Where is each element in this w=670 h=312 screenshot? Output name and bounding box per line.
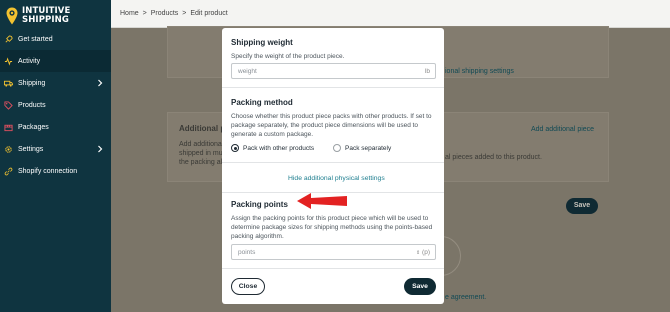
hide-additional-settings-link[interactable]: Hide additional physical settings [288,175,385,182]
shipping-settings-link[interactable]: ional shipping settings [445,68,514,75]
edit-physical-settings-modal: Shipping weight Specify the weight of th… [222,28,444,304]
points-field[interactable]: ⇕ (p) [231,244,436,260]
chevron-right-icon [98,79,103,87]
radio-label: Pack with other products [243,144,315,152]
stepper-icon[interactable]: ⇕ [416,250,420,256]
breadcrumb-separator: > [142,10,147,17]
breadcrumb-current: Edit product [190,10,228,17]
packing-method-title: Packing method [231,98,293,107]
radio-pack-separately[interactable]: Pack separately [333,144,391,152]
breadcrumb: Home > Products > Edit product [120,10,228,17]
pieces-note: al pieces added to this product. [445,154,542,161]
shipping-weight-title: Shipping weight [231,38,293,47]
location-pin-logo-icon [6,7,18,25]
additional-pieces-desc-3: the packing alg [179,159,227,166]
breadcrumb-products[interactable]: Products [151,10,179,17]
link-icon [4,167,13,175]
additional-pieces-title: Additional p [179,124,226,133]
agreement-link[interactable]: e agreement. [445,294,486,301]
chevron-right-icon [98,145,103,153]
annotation-arrow-icon [297,193,347,209]
radio-pack-with-other[interactable]: Pack with other products [231,144,314,152]
radio-button-selected[interactable] [231,144,239,152]
sidebar-item-label: Packages [18,123,49,131]
save-button[interactable]: Save [404,278,436,295]
packing-method-desc: Choose whether this product piece packs … [231,113,432,138]
sidebar-item-shopify-connection[interactable]: Shopify connection [0,160,111,182]
section-divider [222,162,444,163]
sidebar-item-shipping[interactable]: Shipping [0,72,111,94]
sidebar: INTUITIVE SHIPPING Get started Activity … [0,0,111,312]
sidebar-item-label: Shopify connection [18,167,78,175]
box-icon [4,124,13,131]
sidebar-item-products[interactable]: Products [0,94,111,116]
breadcrumb-home[interactable]: Home [120,10,139,17]
rocket-icon [5,34,13,43]
points-unit-label: (p) [422,249,430,256]
logo-line-2: SHIPPING [22,15,69,25]
sidebar-item-label: Activity [18,57,41,65]
packing-points-title: Packing points [231,200,288,209]
top-bar: Home > Products > Edit product [111,0,670,28]
sidebar-nav: Get started Activity Shipping Products P… [0,28,111,182]
sidebar-item-label: Products [18,101,46,109]
radio-label: Pack separately [345,144,392,152]
packing-points-desc: Assign the packing points for this produ… [231,215,433,240]
sidebar-item-settings[interactable]: Settings [0,138,111,160]
sidebar-item-label: Shipping [18,79,46,87]
activity-icon [4,56,13,66]
breadcrumb-separator: > [182,10,187,17]
shipping-weight-desc: Specify the weight of the product piece. [231,53,345,60]
additional-pieces-desc-2: shipped in mult [179,150,227,157]
truck-icon [4,80,13,87]
points-input[interactable] [238,249,408,256]
section-divider [222,268,444,269]
tag-icon [4,100,13,110]
radio-button[interactable] [333,144,341,152]
add-additional-piece-link[interactable]: Add additional piece [531,126,594,133]
sidebar-item-packages[interactable]: Packages [0,116,111,138]
additional-pieces-desc-1: Add additional [179,141,224,148]
app-logo[interactable]: INTUITIVE SHIPPING [0,0,111,28]
close-button[interactable]: Close [231,278,265,295]
weight-field[interactable]: lb [231,63,436,79]
points-unit: ⇕ (p) [416,249,430,256]
weight-unit: lb [424,68,430,75]
sidebar-item-activity[interactable]: Activity [0,50,111,72]
sidebar-item-label: Get started [18,35,53,43]
sidebar-item-label: Settings [18,145,44,153]
sidebar-item-get-started[interactable]: Get started [0,28,111,50]
weight-input[interactable] [238,68,408,75]
gear-icon [5,145,12,153]
section-divider [222,87,444,88]
page-save-button[interactable]: Save [566,198,598,214]
